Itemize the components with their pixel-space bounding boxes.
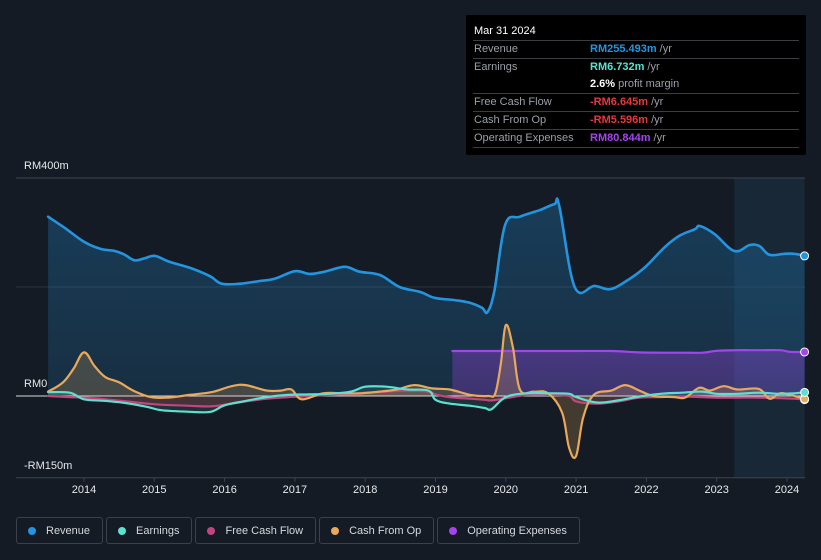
- earnings-dot-icon: [118, 526, 127, 535]
- tooltip-label: Earnings: [474, 61, 518, 73]
- tooltip-unit: /yr: [647, 61, 660, 73]
- operating-expenses-dot-icon: [449, 526, 458, 535]
- series-areas: [48, 198, 805, 459]
- x-tick-label: 2014: [71, 484, 97, 496]
- tooltip-row-profit-margin: 2.6% profit margin: [473, 76, 799, 94]
- tooltip-label: Revenue: [474, 43, 519, 55]
- tooltip-value: RM6.732m: [590, 61, 645, 73]
- y-tick-label-0: RM0: [24, 378, 48, 390]
- y-tick-label-neg150: -RM150m: [24, 460, 73, 472]
- free-cash-flow-dot-icon: [207, 526, 216, 535]
- tooltip-value: RM80.844m: [590, 132, 651, 144]
- legend-label: Free Cash Flow: [225, 524, 304, 537]
- tooltip-value: -RM5.596m: [590, 114, 649, 126]
- legend-item-cash-from-op[interactable]: Cash From Op: [319, 517, 435, 544]
- tooltip-value: -RM6.645m: [590, 96, 649, 108]
- legend: Revenue Earnings Free Cash Flow Cash Fro…: [16, 517, 580, 544]
- legend-label: Earnings: [136, 524, 180, 537]
- tooltip-unit: /yr: [651, 114, 664, 126]
- legend-item-operating-expenses[interactable]: Operating Expenses: [437, 517, 580, 544]
- tooltip-row-earnings: Earnings RM6.732m /yr: [473, 59, 799, 76]
- legend-label: Operating Expenses: [467, 524, 567, 537]
- legend-item-earnings[interactable]: Earnings: [106, 517, 193, 544]
- x-tick-label: 2021: [563, 484, 589, 496]
- tooltip-row-cash-from-op: Cash From Op -RM5.596m /yr: [473, 112, 799, 130]
- tooltip-unit: /yr: [651, 96, 664, 108]
- tooltip-label: Operating Expenses: [474, 132, 574, 144]
- tooltip-unit: /yr: [653, 132, 666, 144]
- tooltip: Mar 31 2024 Revenue RM255.493m /yr Earni…: [466, 15, 806, 155]
- tooltip-unit: /yr: [659, 43, 672, 55]
- tooltip-row-revenue: Revenue RM255.493m /yr: [473, 41, 799, 59]
- legend-label: Cash From Op: [349, 524, 422, 537]
- tooltip-label: [473, 76, 590, 93]
- x-tick-label: 2016: [212, 484, 237, 496]
- tooltip-value: RM255.493m: [590, 43, 657, 55]
- x-tick-label: 2018: [352, 484, 378, 496]
- earnings-endpoint: [800, 387, 810, 397]
- x-tick-marks: [83, 477, 788, 482]
- tooltip-row-free-cash-flow: Free Cash Flow -RM6.645m /yr: [473, 94, 799, 112]
- x-tick-label: 2024: [774, 484, 800, 496]
- x-tick-label: 2015: [142, 484, 167, 496]
- legend-item-free-cash-flow[interactable]: Free Cash Flow: [195, 517, 317, 544]
- legend-item-revenue[interactable]: Revenue: [16, 517, 104, 544]
- x-tick-label: 2020: [493, 484, 519, 496]
- tooltip-label: Cash From Op: [474, 114, 547, 126]
- tooltip-row-operating-expenses: Operating Expenses RM80.844m /yr: [473, 130, 799, 148]
- x-tick-label: 2022: [634, 484, 659, 496]
- x-tick-label: 2017: [282, 484, 308, 496]
- tooltip-unit: profit margin: [618, 78, 680, 90]
- x-tick-label: 2023: [704, 484, 729, 496]
- tooltip-value: 2.6%: [590, 78, 616, 90]
- cash-from-op-dot-icon: [331, 526, 340, 535]
- y-tick-label-400: RM400m: [24, 160, 69, 172]
- tooltip-date: Mar 31 2024: [473, 23, 799, 41]
- legend-label: Revenue: [46, 524, 91, 537]
- revenue-endpoint: [800, 251, 810, 261]
- operating-expenses-endpoint: [800, 347, 810, 357]
- tooltip-label: Free Cash Flow: [474, 96, 552, 108]
- x-tick-label: 2019: [423, 484, 448, 496]
- revenue-dot-icon: [28, 526, 36, 535]
